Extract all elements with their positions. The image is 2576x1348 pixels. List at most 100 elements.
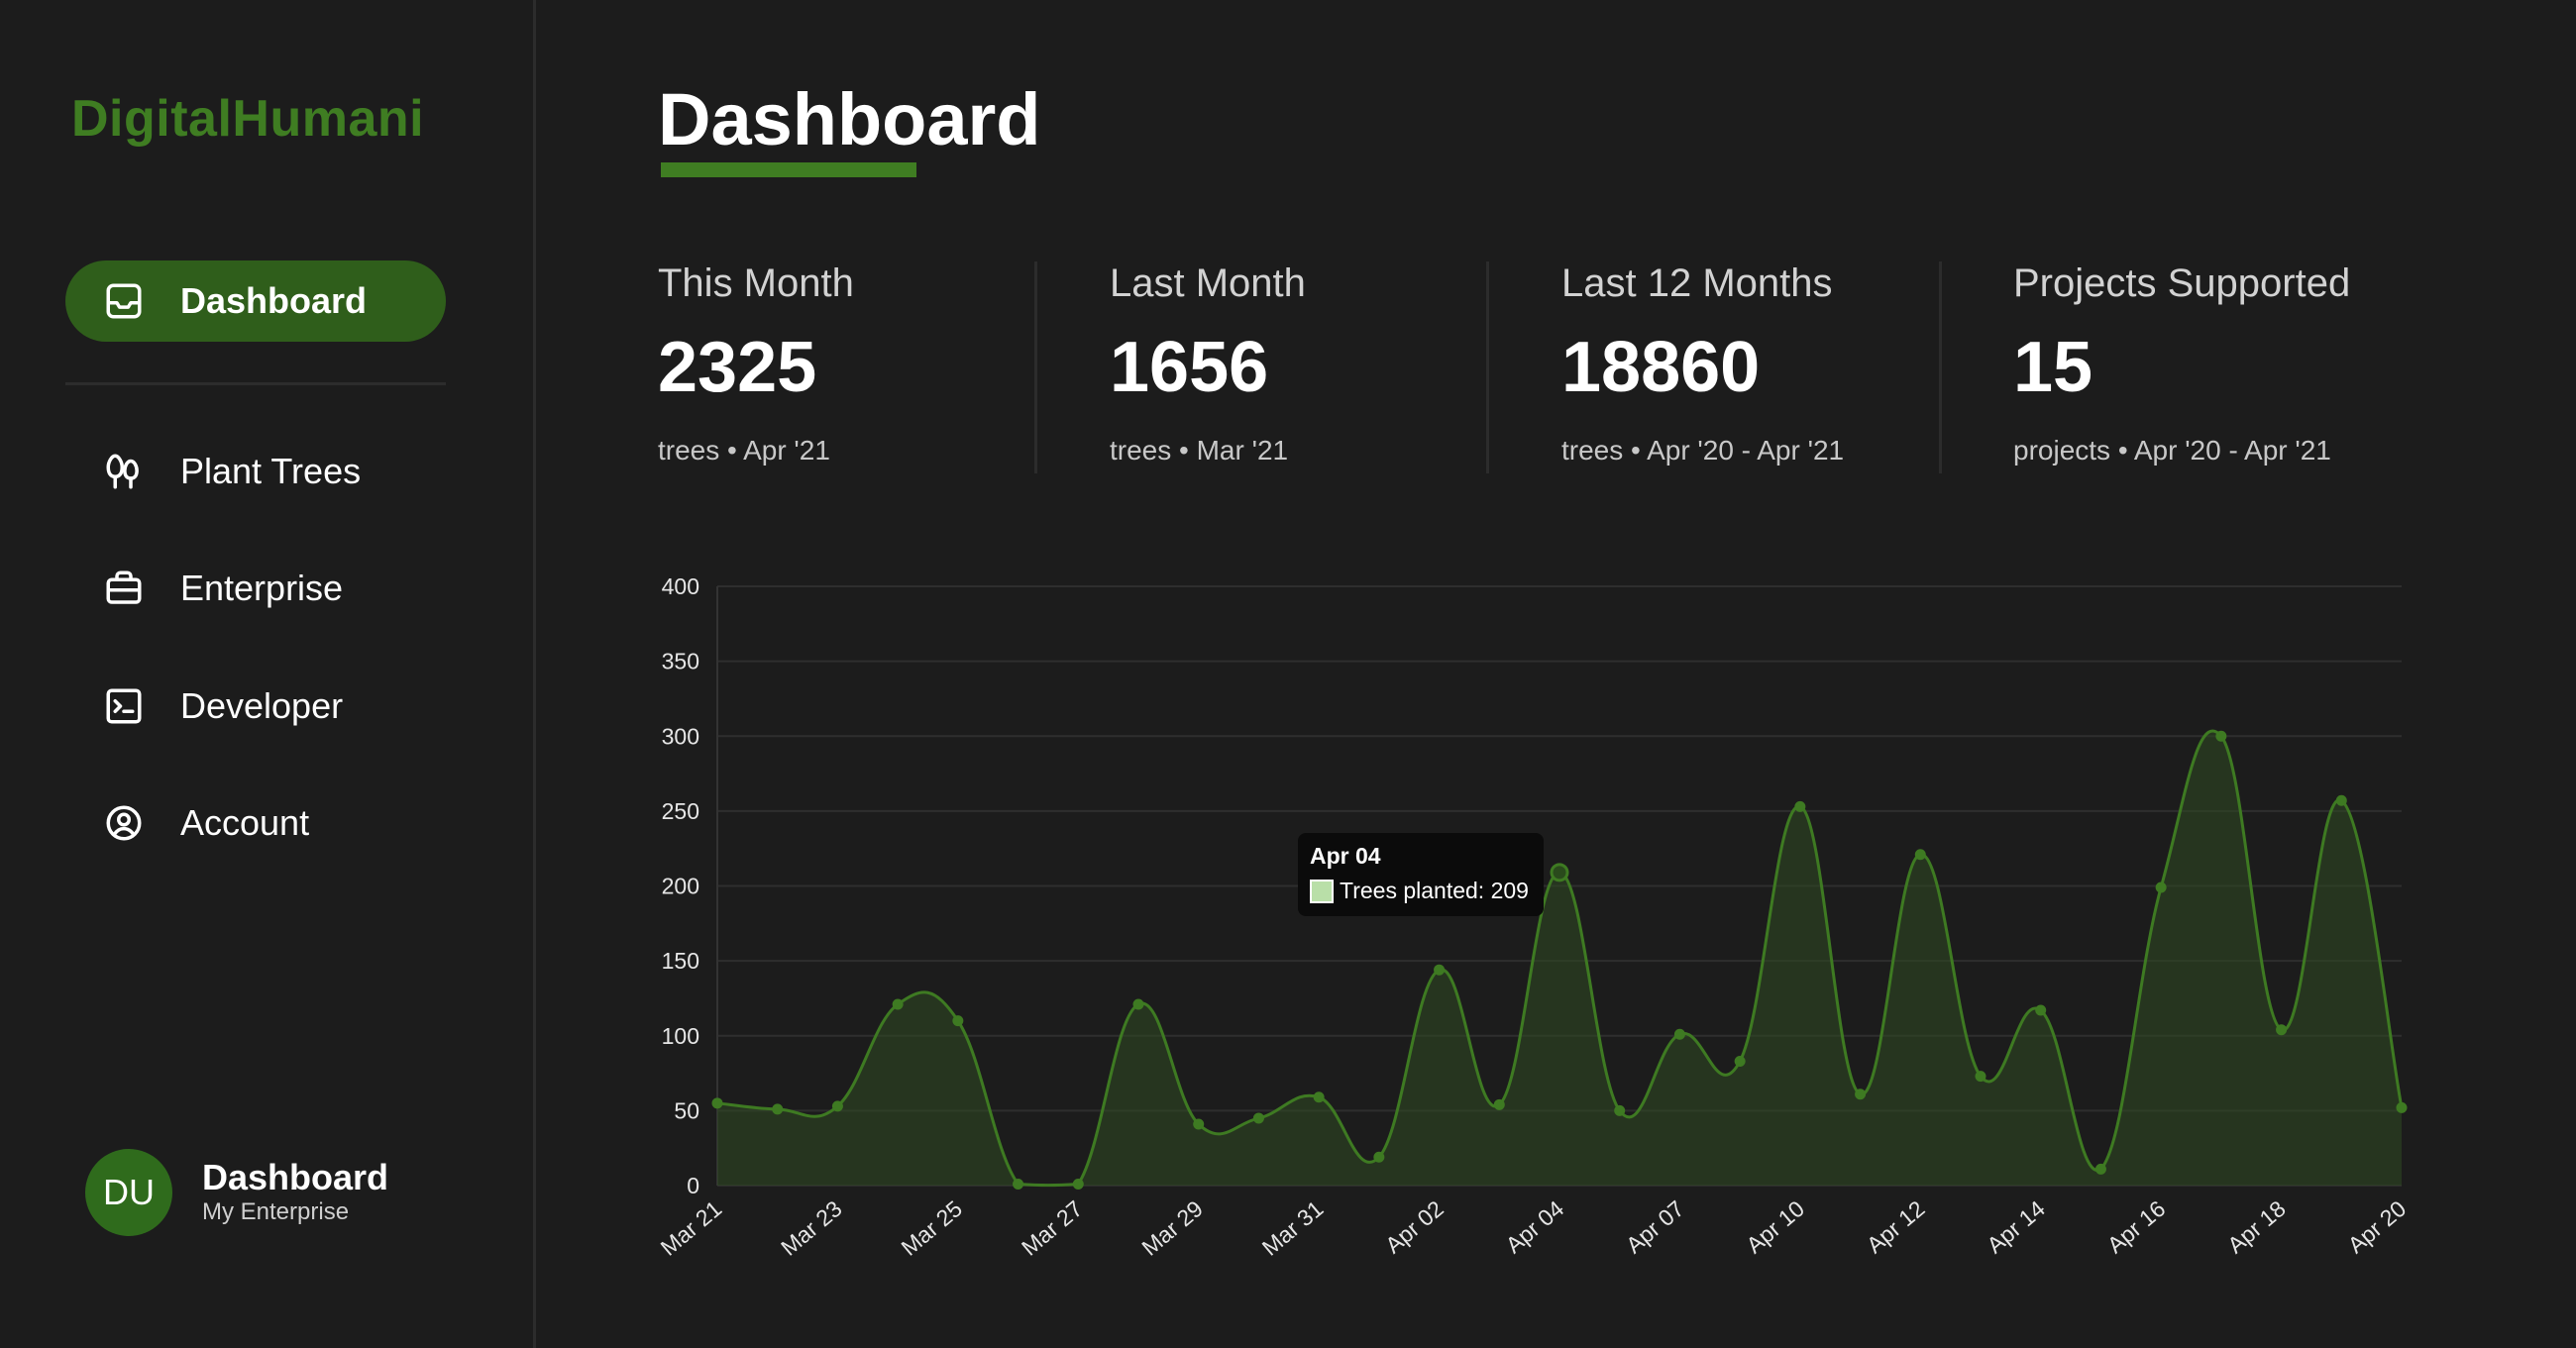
stat-sub: trees • Mar '21 <box>1110 435 1289 466</box>
data-point <box>1614 1104 1626 1116</box>
chart-tooltip: Apr 04 Trees planted: 209 <box>1298 833 1544 916</box>
y-tick-label: 350 <box>662 649 699 674</box>
sidebar: DigitalHumani Dashboard Plant Trees Ente… <box>0 0 536 1348</box>
data-point <box>711 1097 723 1109</box>
brand-logo[interactable]: DigitalHumani <box>71 89 424 149</box>
data-point <box>1013 1178 1024 1190</box>
x-tick-label: Apr 07 <box>1621 1195 1689 1258</box>
sidebar-item-developer[interactable]: Developer <box>65 666 446 747</box>
title-underline <box>661 162 916 177</box>
sidebar-item-label: Developer <box>180 685 344 726</box>
data-point <box>952 1015 964 1027</box>
tooltip-row: Trees planted: 209 <box>1310 878 1532 904</box>
data-point <box>1493 1098 1505 1110</box>
data-point <box>1794 800 1806 812</box>
stat-value: 18860 <box>1561 328 1761 407</box>
stat-divider <box>1939 261 1942 473</box>
user-org: My Enterprise <box>202 1198 350 1225</box>
stat-this-month: This Month 2325 trees • Apr '21 <box>658 259 1054 475</box>
stat-sub: trees • Apr '21 <box>658 435 830 466</box>
sidebar-item-enterprise[interactable]: Enterprise <box>65 548 446 629</box>
stat-label: Last 12 Months <box>1561 261 1833 305</box>
stat-value: 1656 <box>1110 328 1269 407</box>
y-tick-label: 150 <box>662 948 699 974</box>
stat-sub: trees • Apr '20 - Apr '21 <box>1561 435 1845 466</box>
x-tick-label: Apr 18 <box>2222 1195 2291 1258</box>
avatar[interactable]: DU <box>85 1149 172 1236</box>
trees-chart[interactable]: 0 50 100 150 200 250 300 350 400 Mar 21 Mar 23 Mar … <box>634 560 2417 1273</box>
tooltip-swatch <box>1310 879 1334 903</box>
stat-value: 2325 <box>658 328 817 407</box>
data-point <box>1132 998 1144 1010</box>
data-point <box>1373 1151 1385 1163</box>
x-tick-label: Apr 20 <box>2343 1195 2412 1258</box>
sidebar-item-label: Dashboard <box>180 280 368 321</box>
x-tick-label: Apr 10 <box>1741 1195 1809 1258</box>
stat-projects-supported: Projects Supported 15 projects • Apr '20… <box>2013 259 2459 475</box>
stat-label: Last Month <box>1110 261 1306 305</box>
y-tick-label: 50 <box>674 1097 699 1123</box>
data-point <box>1072 1178 1084 1190</box>
stat-label: Projects Supported <box>2013 261 2351 305</box>
page-title: Dashboard <box>658 78 1041 160</box>
trees-icon <box>103 451 145 492</box>
y-tick-label: 300 <box>662 723 699 749</box>
trees-chart-svg[interactable]: 0 50 100 150 200 250 300 350 400 Mar 21 Mar 23 Mar … <box>634 560 2417 1273</box>
sidebar-item-label: Enterprise <box>180 568 344 608</box>
data-point <box>1313 1091 1325 1103</box>
user-info: Dashboard My Enterprise <box>202 1158 388 1227</box>
data-point <box>892 998 904 1010</box>
data-point <box>1434 964 1446 976</box>
data-point <box>2276 1024 2288 1036</box>
user-profile[interactable]: DU Dashboard My Enterprise <box>85 1149 388 1236</box>
stat-sub: projects • Apr '20 - Apr '21 <box>2013 435 2331 466</box>
x-tick-label: Mar 31 <box>1257 1195 1329 1261</box>
tooltip-title: Apr 04 <box>1310 843 1381 869</box>
x-tick-label: Apr 04 <box>1501 1195 1569 1259</box>
sidebar-item-label: Account <box>180 802 310 843</box>
data-point <box>1734 1055 1746 1067</box>
data-point <box>1855 1089 1867 1100</box>
app-root: DigitalHumani Dashboard Plant Trees Ente… <box>0 0 2576 1348</box>
user-name: Dashboard <box>202 1157 389 1197</box>
briefcase-icon <box>103 568 145 609</box>
sidebar-item-label: Plant Trees <box>180 451 362 491</box>
stat-divider <box>1486 261 1489 473</box>
sidebar-item-plant-trees[interactable]: Plant Trees <box>65 431 446 512</box>
x-tick-label: Apr 14 <box>1982 1195 2050 1259</box>
data-point <box>1193 1118 1205 1130</box>
data-point <box>1550 863 1569 882</box>
data-point <box>1914 849 1926 861</box>
x-tick-label: Mar 21 <box>656 1195 727 1261</box>
stat-value: 15 <box>2013 328 2093 407</box>
user-circle-icon <box>103 802 145 844</box>
data-point <box>1252 1112 1264 1124</box>
data-point <box>2215 730 2227 742</box>
x-tick-label: Mar 25 <box>897 1195 968 1261</box>
terminal-icon <box>103 685 145 727</box>
series-area <box>717 730 2402 1186</box>
y-tick-label: 400 <box>662 573 699 599</box>
stat-divider <box>1034 261 1037 473</box>
x-tick-label: Apr 12 <box>1862 1195 1930 1258</box>
data-point <box>1673 1028 1685 1040</box>
x-tick-label: Mar 27 <box>1017 1195 1088 1261</box>
tooltip-label: Trees planted: 209 <box>1340 878 1529 903</box>
data-point <box>2396 1101 2408 1113</box>
inbox-icon <box>103 280 145 322</box>
x-tick-label: Mar 29 <box>1136 1195 1208 1261</box>
sidebar-item-account[interactable]: Account <box>65 782 446 864</box>
stat-last-12-months: Last 12 Months 18860 trees • Apr '20 - A… <box>1561 259 1958 475</box>
sidebar-item-dashboard[interactable]: Dashboard <box>65 260 446 342</box>
y-tick-label: 250 <box>662 798 699 824</box>
stat-last-month: Last Month 1656 trees • Mar '21 <box>1110 259 1506 475</box>
data-point <box>1975 1071 1986 1083</box>
data-point <box>2155 881 2167 893</box>
data-point <box>2335 794 2347 806</box>
x-tick-label: Apr 02 <box>1380 1195 1449 1258</box>
data-point <box>2035 1004 2047 1016</box>
y-tick-label: 100 <box>662 1023 699 1049</box>
data-point <box>831 1100 843 1112</box>
y-tick-label: 0 <box>687 1173 699 1198</box>
sidebar-divider <box>65 382 446 385</box>
